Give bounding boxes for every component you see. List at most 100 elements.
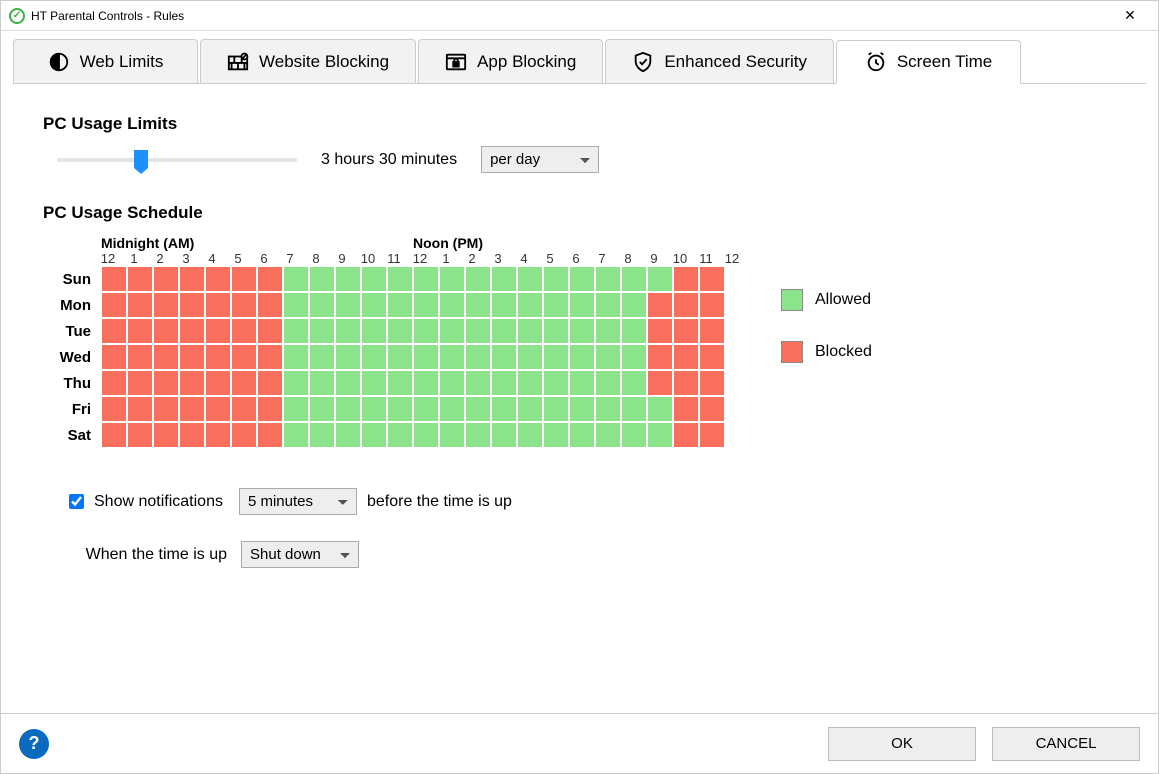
schedule-cell[interactable] xyxy=(205,318,231,344)
schedule-cell[interactable] xyxy=(699,344,725,370)
schedule-cell[interactable] xyxy=(439,396,465,422)
schedule-cell[interactable] xyxy=(257,318,283,344)
schedule-cell[interactable] xyxy=(127,266,153,292)
schedule-cell[interactable] xyxy=(309,370,335,396)
schedule-cell[interactable] xyxy=(413,422,439,448)
schedule-cell[interactable] xyxy=(361,266,387,292)
schedule-cell[interactable] xyxy=(205,370,231,396)
schedule-cell[interactable] xyxy=(647,344,673,370)
schedule-cell[interactable] xyxy=(205,292,231,318)
schedule-cell[interactable] xyxy=(309,396,335,422)
schedule-cell[interactable] xyxy=(595,396,621,422)
schedule-cell[interactable] xyxy=(569,370,595,396)
schedule-cell[interactable] xyxy=(283,318,309,344)
schedule-cell[interactable] xyxy=(179,318,205,344)
schedule-cell[interactable] xyxy=(205,266,231,292)
schedule-cell[interactable] xyxy=(335,266,361,292)
schedule-cell[interactable] xyxy=(231,396,257,422)
schedule-cell[interactable] xyxy=(491,266,517,292)
schedule-cell[interactable] xyxy=(491,422,517,448)
schedule-cell[interactable] xyxy=(699,266,725,292)
schedule-cell[interactable] xyxy=(101,370,127,396)
schedule-cell[interactable] xyxy=(595,370,621,396)
schedule-cell[interactable] xyxy=(413,396,439,422)
schedule-cell[interactable] xyxy=(179,292,205,318)
schedule-cell[interactable] xyxy=(257,396,283,422)
schedule-cell[interactable] xyxy=(387,396,413,422)
schedule-cell[interactable] xyxy=(205,396,231,422)
schedule-cell[interactable] xyxy=(569,266,595,292)
schedule-cell[interactable] xyxy=(569,292,595,318)
schedule-cell[interactable] xyxy=(231,266,257,292)
schedule-cell[interactable] xyxy=(283,370,309,396)
schedule-cell[interactable] xyxy=(543,344,569,370)
schedule-cell[interactable] xyxy=(231,318,257,344)
schedule-cell[interactable] xyxy=(413,318,439,344)
schedule-cell[interactable] xyxy=(673,318,699,344)
usage-limit-slider[interactable] xyxy=(57,158,297,162)
schedule-cell[interactable] xyxy=(491,396,517,422)
schedule-cell[interactable] xyxy=(335,396,361,422)
schedule-cell[interactable] xyxy=(543,292,569,318)
schedule-cell[interactable] xyxy=(283,292,309,318)
schedule-cell[interactable] xyxy=(257,422,283,448)
close-button[interactable]: ✕ xyxy=(1110,2,1150,30)
schedule-cell[interactable] xyxy=(309,292,335,318)
schedule-cell[interactable] xyxy=(309,344,335,370)
when-time-up-select[interactable]: Shut down xyxy=(241,541,359,568)
schedule-cell[interactable] xyxy=(647,292,673,318)
schedule-cell[interactable] xyxy=(335,422,361,448)
schedule-cell[interactable] xyxy=(517,292,543,318)
schedule-cell[interactable] xyxy=(621,266,647,292)
schedule-cell[interactable] xyxy=(647,266,673,292)
usage-limit-period-select[interactable]: per day xyxy=(481,146,599,173)
schedule-cell[interactable] xyxy=(413,292,439,318)
schedule-cell[interactable] xyxy=(361,318,387,344)
schedule-cell[interactable] xyxy=(595,344,621,370)
schedule-cell[interactable] xyxy=(517,370,543,396)
schedule-cell[interactable] xyxy=(309,422,335,448)
schedule-cell[interactable] xyxy=(699,370,725,396)
schedule-cell[interactable] xyxy=(231,370,257,396)
schedule-cell[interactable] xyxy=(621,396,647,422)
schedule-cell[interactable] xyxy=(101,292,127,318)
schedule-cell[interactable] xyxy=(205,344,231,370)
tab-screen-time[interactable]: Screen Time xyxy=(836,40,1021,84)
schedule-cell[interactable] xyxy=(465,266,491,292)
schedule-cell[interactable] xyxy=(283,422,309,448)
schedule-cell[interactable] xyxy=(179,370,205,396)
schedule-cell[interactable] xyxy=(257,370,283,396)
schedule-cell[interactable] xyxy=(231,422,257,448)
schedule-cell[interactable] xyxy=(283,344,309,370)
schedule-cell[interactable] xyxy=(361,396,387,422)
schedule-cell[interactable] xyxy=(179,422,205,448)
schedule-cell[interactable] xyxy=(231,292,257,318)
schedule-cell[interactable] xyxy=(699,318,725,344)
schedule-cell[interactable] xyxy=(491,318,517,344)
schedule-cell[interactable] xyxy=(595,292,621,318)
schedule-cell[interactable] xyxy=(387,344,413,370)
schedule-cell[interactable] xyxy=(647,370,673,396)
schedule-cell[interactable] xyxy=(569,396,595,422)
schedule-cell[interactable] xyxy=(491,344,517,370)
schedule-cell[interactable] xyxy=(413,344,439,370)
schedule-cell[interactable] xyxy=(465,396,491,422)
schedule-cell[interactable] xyxy=(543,266,569,292)
schedule-cell[interactable] xyxy=(335,370,361,396)
schedule-cell[interactable] xyxy=(673,370,699,396)
schedule-cell[interactable] xyxy=(127,318,153,344)
show-notifications-label[interactable]: Show notifications xyxy=(94,493,223,511)
schedule-cell[interactable] xyxy=(439,370,465,396)
schedule-cell[interactable] xyxy=(309,266,335,292)
tab-website-blocking[interactable]: Website Blocking xyxy=(200,39,416,83)
schedule-cell[interactable] xyxy=(439,292,465,318)
schedule-cell[interactable] xyxy=(491,370,517,396)
schedule-cell[interactable] xyxy=(361,344,387,370)
schedule-cell[interactable] xyxy=(543,396,569,422)
schedule-cell[interactable] xyxy=(517,318,543,344)
schedule-cell[interactable] xyxy=(153,318,179,344)
schedule-cell[interactable] xyxy=(647,422,673,448)
schedule-cell[interactable] xyxy=(127,344,153,370)
schedule-cell[interactable] xyxy=(127,422,153,448)
schedule-cell[interactable] xyxy=(647,396,673,422)
